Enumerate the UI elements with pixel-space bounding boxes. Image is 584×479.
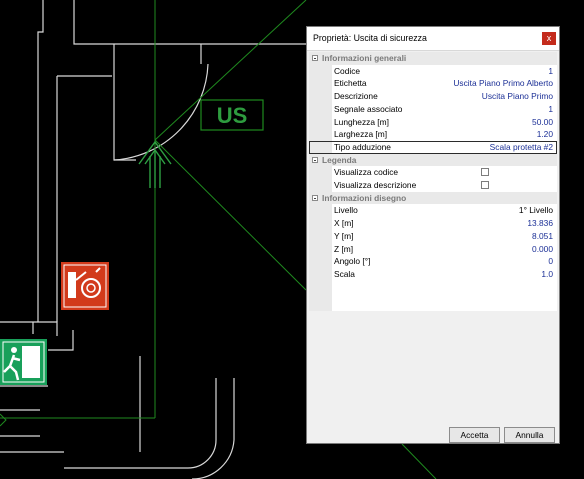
category-label: Legenda [322, 154, 357, 165]
emergency-exit-sign-icon[interactable] [0, 339, 47, 385]
property-label: Lunghezza [m] [334, 116, 389, 127]
property-label: Livello [334, 205, 358, 216]
property-value[interactable]: Uscita Piano Primo [482, 91, 553, 101]
category-label: Informazioni disegno [322, 192, 407, 203]
property-value[interactable]: 8.051 [532, 231, 553, 241]
close-button[interactable]: x [542, 32, 556, 45]
property-row-lunghezza[interactable]: Lunghezza [m] 50.00 [309, 116, 557, 129]
property-value[interactable]: 1.20 [537, 129, 553, 139]
fire-hose-sign-icon[interactable] [61, 262, 109, 310]
property-row-z[interactable]: Z [m] 0.000 [309, 243, 557, 256]
property-row-visualizza-codice[interactable]: Visualizza codice [309, 166, 557, 179]
property-label: Segnale associato [334, 103, 403, 114]
property-row-visualizza-descrizione[interactable]: Visualizza descrizione [309, 179, 557, 192]
collapse-icon[interactable] [312, 55, 318, 61]
accept-button[interactable]: Accetta [449, 427, 500, 443]
property-label: Angolo [°] [334, 256, 371, 267]
property-value[interactable]: Scala protetta #2 [490, 142, 553, 152]
property-row-segnale-associato[interactable]: Segnale associato 1 [309, 103, 557, 116]
property-value[interactable]: 13.836 [527, 218, 553, 228]
property-label: Z [m] [334, 243, 354, 254]
category-label: Informazioni generali [322, 53, 407, 63]
property-row-x[interactable]: X [m] 13.836 [309, 217, 557, 230]
visualizza-descrizione-checkbox[interactable] [481, 181, 489, 189]
property-value[interactable]: 50.00 [532, 117, 553, 127]
property-label: Etichetta [334, 78, 367, 89]
property-row-angolo[interactable]: Angolo [°] 0 [309, 255, 557, 268]
property-value[interactable]: 1 [548, 104, 553, 114]
property-value[interactable]: 1 [548, 66, 553, 76]
property-value[interactable]: Uscita Piano Primo Alberto [453, 78, 553, 88]
property-row-livello[interactable]: Livello 1° Livello [309, 204, 557, 217]
category-informazioni-generali[interactable]: Informazioni generali [309, 52, 557, 65]
properties-dialog: Proprietà: Uscita di sicurezza x Informa… [306, 26, 560, 444]
collapse-icon[interactable] [312, 194, 318, 201]
property-label: X [m] [334, 218, 354, 229]
dialog-title: Proprietà: Uscita di sicurezza [313, 33, 427, 43]
cancel-button[interactable]: Annulla [504, 427, 555, 443]
property-row-scala[interactable]: Scala 1.0 [309, 268, 557, 281]
property-row-descrizione[interactable]: Descrizione Uscita Piano Primo [309, 90, 557, 103]
property-label: Tipo adduzione [334, 141, 391, 152]
property-label: Y [m] [334, 230, 354, 241]
property-row-larghezza[interactable]: Larghezza [m] 1.20 [309, 128, 557, 141]
property-label: Codice [334, 65, 361, 76]
property-label: Visualizza codice [334, 167, 399, 178]
collapse-icon[interactable] [312, 156, 318, 163]
dialog-titlebar[interactable]: Proprietà: Uscita di sicurezza x [307, 27, 559, 51]
property-value[interactable]: 0 [548, 256, 553, 266]
category-informazioni-disegno[interactable]: Informazioni disegno [309, 191, 557, 205]
property-row-codice[interactable]: Codice 1 [309, 65, 557, 78]
exit-direction-arrow-icon[interactable] [138, 140, 172, 188]
property-grid: Informazioni generali Codice 1 Etichetta… [309, 52, 557, 311]
property-label: Scala [334, 268, 355, 279]
property-row-etichetta[interactable]: Etichetta Uscita Piano Primo Alberto [309, 77, 557, 90]
us-sign-text: US [217, 103, 248, 128]
property-row-tipo-adduzione[interactable]: Tipo adduzione Scala protetta #2 [309, 140, 557, 154]
category-legenda[interactable]: Legenda [309, 153, 557, 167]
property-value[interactable]: 0.000 [532, 244, 553, 254]
property-label: Visualizza descrizione [334, 180, 417, 190]
property-label: Larghezza [m] [334, 129, 388, 140]
visualizza-codice-checkbox[interactable] [481, 168, 489, 177]
property-value[interactable]: 1.0 [541, 269, 553, 279]
property-value[interactable]: 1° Livello [519, 205, 553, 215]
wall-lines [0, 0, 306, 479]
property-label: Descrizione [334, 91, 378, 102]
property-row-y[interactable]: Y [m] 8.051 [309, 230, 557, 243]
us-sign[interactable]: US [200, 99, 264, 131]
